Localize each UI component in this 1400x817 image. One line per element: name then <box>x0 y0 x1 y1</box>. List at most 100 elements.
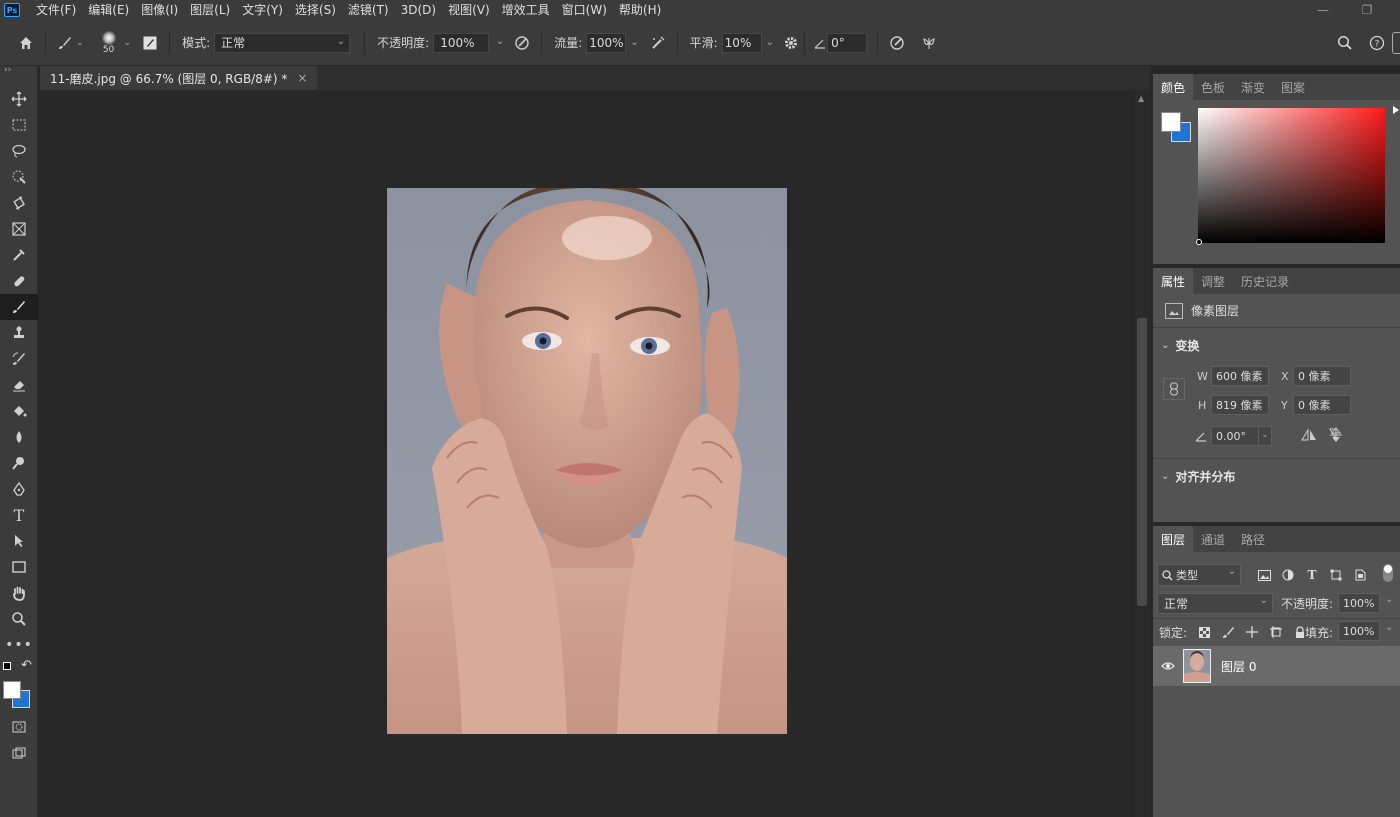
healing-brush-tool-icon[interactable] <box>0 268 38 294</box>
screen-mode-icon[interactable] <box>0 740 38 766</box>
color-picker-field[interactable] <box>1196 108 1385 245</box>
document-tab[interactable]: 11-磨皮.jpg @ 66.7% (图层 0, RGB/8#) * × <box>40 66 318 90</box>
lock-artboard-icon[interactable] <box>1267 623 1285 641</box>
quick-selection-tool-icon[interactable] <box>0 164 38 190</box>
marquee-tool-icon[interactable] <box>0 112 38 138</box>
y-field[interactable]: 0 像素 <box>1293 395 1351 415</box>
height-field[interactable]: 819 像素 <box>1211 395 1269 415</box>
menu-filter[interactable]: 滤镜(T) <box>342 0 395 20</box>
brush-settings-icon[interactable] <box>139 32 161 54</box>
menu-image[interactable]: 图像(I) <box>135 0 184 20</box>
chevron-down-icon[interactable]: ⌄ <box>766 37 774 48</box>
document-canvas-image[interactable] <box>387 188 787 734</box>
symmetry-icon[interactable] <box>918 32 940 54</box>
fill-field[interactable]: 100% <box>1338 621 1380 641</box>
swap-colors-icon[interactable]: ↶ <box>21 658 32 673</box>
scrollbar-thumb[interactable] <box>1137 318 1147 606</box>
close-tab-icon[interactable]: × <box>297 71 307 85</box>
eraser-tool-icon[interactable] <box>0 372 38 398</box>
brush-tool-icon[interactable] <box>0 294 38 320</box>
menu-layer[interactable]: 图层(L) <box>184 0 236 20</box>
menu-select[interactable]: 选择(S) <box>289 0 342 20</box>
home-icon[interactable] <box>15 32 37 54</box>
pressure-size-icon[interactable] <box>886 32 908 54</box>
chevron-down-icon[interactable]: ⌄ <box>1385 594 1393 605</box>
lasso-tool-icon[interactable] <box>0 138 38 164</box>
blur-tool-icon[interactable] <box>0 424 38 450</box>
search-icon[interactable] <box>1334 32 1356 54</box>
hand-tool-icon[interactable] <box>0 580 38 606</box>
pressure-opacity-icon[interactable] <box>511 32 533 54</box>
layer-filter-select[interactable]: 类型 ⌄ <box>1157 564 1241 586</box>
rotation-field[interactable]: 0.00° <box>1211 426 1259 446</box>
tab-layers[interactable]: 图层 <box>1153 526 1194 552</box>
align-section-header[interactable]: ⌄ 对齐并分布 <box>1153 463 1235 489</box>
filter-pixel-icon[interactable] <box>1255 566 1273 584</box>
filter-adjustment-icon[interactable] <box>1279 566 1297 584</box>
move-tool-icon[interactable] <box>0 86 38 112</box>
opacity-field[interactable]: 100% ⌄ <box>433 32 504 53</box>
menu-3d[interactable]: 3D(D) <box>395 0 442 20</box>
tab-paths[interactable]: 路径 <box>1233 526 1273 552</box>
flow-field[interactable]: 100% <box>586 32 627 53</box>
paint-bucket-tool-icon[interactable] <box>0 398 38 424</box>
gear-icon[interactable] <box>780 32 802 54</box>
menu-file[interactable]: 文件(F) <box>30 0 82 20</box>
tab-color[interactable]: 颜色 <box>1153 74 1194 100</box>
tab-swatches[interactable]: 色板 <box>1193 74 1233 100</box>
history-brush-tool-icon[interactable] <box>0 346 38 372</box>
brush-size-picker[interactable]: 50 <box>98 28 120 58</box>
angle-field[interactable]: 0° <box>827 32 868 53</box>
blend-mode-select[interactable]: 正常 ⌄ <box>1157 593 1273 614</box>
filter-smart-object-icon[interactable] <box>1351 566 1369 584</box>
layer-opacity-field[interactable]: 100% <box>1338 593 1380 613</box>
menu-plugins[interactable]: 增效工具 <box>496 0 556 20</box>
brush-preset-icon[interactable] <box>54 32 76 54</box>
tab-history[interactable]: 历史记录 <box>1233 268 1297 294</box>
tab-channels[interactable]: 通道 <box>1193 526 1233 552</box>
chevron-down-icon[interactable]: ⌄ <box>124 38 132 48</box>
foreground-color-swatch[interactable] <box>3 681 21 699</box>
smoothing-field[interactable]: 10% <box>721 32 762 53</box>
minimize-button[interactable]: — <box>1308 0 1338 20</box>
frame-tool-icon[interactable] <box>0 216 38 242</box>
tab-gradients[interactable]: 渐变 <box>1233 74 1273 100</box>
layer-row[interactable]: 图层 0 <box>1153 646 1400 686</box>
canvas-vertical-scrollbar[interactable]: ▲ <box>1135 90 1150 817</box>
airbrush-icon[interactable] <box>647 32 669 54</box>
chevron-down-icon[interactable]: ⌄ <box>76 38 84 48</box>
menu-view[interactable]: 视图(V) <box>442 0 496 20</box>
type-tool-icon[interactable]: T <box>0 502 38 528</box>
eye-icon[interactable] <box>1153 661 1183 671</box>
chevron-down-icon[interactable]: ⌄ <box>496 36 504 47</box>
path-selection-tool-icon[interactable] <box>0 528 38 554</box>
workspace-icon[interactable] <box>1392 32 1400 54</box>
help-icon[interactable]: ? <box>1366 32 1388 54</box>
zoom-tool-icon[interactable] <box>0 606 38 632</box>
lock-position-icon[interactable] <box>1243 623 1261 641</box>
filter-shape-icon[interactable] <box>1327 566 1345 584</box>
tab-adjustments[interactable]: 调整 <box>1193 268 1233 294</box>
x-field[interactable]: 0 像素 <box>1293 366 1351 386</box>
width-field[interactable]: 600 像素 <box>1211 366 1269 386</box>
tab-patterns[interactable]: 图案 <box>1273 74 1313 100</box>
menu-window[interactable]: 窗口(W) <box>556 0 613 20</box>
menu-edit[interactable]: 编辑(E) <box>82 0 135 20</box>
eyedropper-tool-icon[interactable] <box>0 242 38 268</box>
chevron-down-icon[interactable]: ⌄ <box>1258 426 1272 446</box>
quick-mask-icon[interactable] <box>0 714 38 740</box>
collapse-toolbar-icon[interactable]: ›› <box>0 66 37 86</box>
clone-stamp-tool-icon[interactable] <box>0 320 38 346</box>
hue-slider-marker-icon[interactable] <box>1393 106 1399 114</box>
panel-foreground-swatch[interactable] <box>1161 112 1181 132</box>
lock-transparent-pixels-icon[interactable] <box>1195 623 1213 641</box>
crop-tool-icon[interactable] <box>0 190 38 216</box>
filter-toggle[interactable] <box>1383 564 1393 582</box>
chevron-down-icon[interactable]: ⌄ <box>1385 622 1393 633</box>
tab-properties[interactable]: 属性 <box>1153 268 1194 294</box>
rectangle-tool-icon[interactable] <box>0 554 38 580</box>
chevron-down-icon[interactable]: ⌄ <box>630 37 638 48</box>
lock-image-pixels-icon[interactable] <box>1219 623 1237 641</box>
link-proportions-icon[interactable] <box>1163 378 1185 400</box>
menu-type[interactable]: 文字(Y) <box>236 0 289 20</box>
